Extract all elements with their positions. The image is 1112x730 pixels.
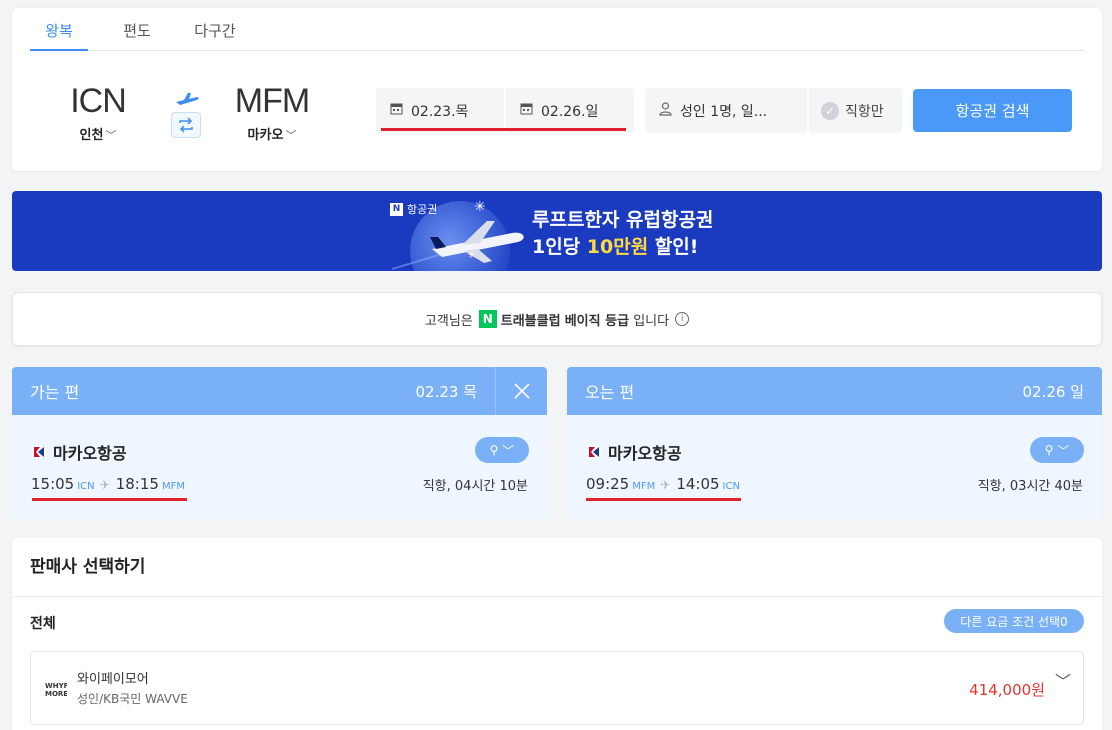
cutlery-icon: ⚲ xyxy=(489,443,499,457)
airplane-icon xyxy=(176,93,199,105)
grade-suffix: 입니다 xyxy=(633,313,670,329)
trip-type-tabs: 왕복 편도 다구간 xyxy=(30,8,1084,51)
seller-selection-panel: 판매사 선택하기 전체 다른 요금 조건 선택0 WHYPAY MORE 와이페… xyxy=(12,538,1102,730)
outbound-header: 가는 편 02.23 목 xyxy=(12,367,547,415)
outbound-times: 15:05 ICN ✈ 18:15 MFM xyxy=(31,475,190,493)
tab-one-way[interactable]: 편도 xyxy=(108,8,166,50)
inbound-header: 오는 편 02.26 일 xyxy=(567,367,1102,415)
highlight-underline xyxy=(586,498,741,501)
vendor-logo: WHYPAY MORE xyxy=(45,682,67,698)
airplane-graphic xyxy=(392,221,524,270)
promo-banner[interactable]: N 항공권 ✳ ✳ 루프트한자 유럽항공권 1인당 10만원 할인! xyxy=(12,191,1102,271)
direct-only-label: 직항만 xyxy=(845,103,884,120)
destination-code: MFM xyxy=(234,82,310,120)
vendor-price: 414,000원 xyxy=(969,681,1045,699)
chevron-down-icon: ﹀ xyxy=(502,443,515,458)
close-icon xyxy=(513,383,530,399)
outbound-title: 가는 편 xyxy=(30,383,80,402)
vendor-row[interactable]: WHYPAY MORE 와이페이모어 성인/KB국민 WAVVE 414,000… xyxy=(30,651,1084,725)
info-icon[interactable]: i xyxy=(675,312,690,326)
person-icon xyxy=(659,101,672,120)
flight-search-panel: 왕복 편도 다구간 ICN 인천 ﹀ MFM 마카오 ﹀ 02.23.목 02.26… xyxy=(12,8,1102,171)
departure-date: 02.23.목 xyxy=(411,103,469,120)
departure-time: 15:05 xyxy=(31,475,75,493)
vendor-name: 와이페이모어 xyxy=(77,672,149,687)
sparkle-icon: ✳ xyxy=(474,199,486,215)
airplane-icon: ✈ xyxy=(660,478,671,492)
airline-logo-icon xyxy=(32,445,46,459)
check-icon: ✓ xyxy=(821,101,839,120)
divider xyxy=(12,596,1102,597)
seller-title: 판매사 선택하기 xyxy=(30,557,146,577)
arrival-time: 18:15 xyxy=(115,475,159,493)
arrival-airport: ICN xyxy=(722,481,740,492)
highlight-underline xyxy=(32,498,187,501)
calendar-icon xyxy=(390,102,403,119)
outbound-duration: 직항, 04시간 10분 xyxy=(422,479,528,494)
tab-multi-city[interactable]: 다구간 xyxy=(186,8,244,50)
swap-route-button[interactable] xyxy=(171,112,201,138)
departure-time: 09:25 xyxy=(586,475,630,493)
return-date: 02.26.일 xyxy=(541,103,599,120)
departure-airport: ICN xyxy=(77,481,95,492)
passenger-field[interactable]: 성인 1명, 일... xyxy=(645,88,807,133)
calendar-icon xyxy=(520,102,533,119)
outbound-date: 02.23 목 xyxy=(415,382,477,401)
destination-name: 마카오 xyxy=(247,128,284,143)
outbound-airline: 마카오항공 xyxy=(53,444,127,463)
tab-round-trip[interactable]: 왕복 xyxy=(30,8,88,51)
club-name: 트래블클럽 xyxy=(500,313,561,329)
inbound-times: 09:25 MFM ✈ 14:05 ICN xyxy=(586,475,745,493)
swap-icon xyxy=(179,117,193,133)
sparkle-icon: ✳ xyxy=(468,251,476,261)
direct-only-toggle[interactable]: ✓ 직항만 xyxy=(809,88,902,133)
banner-headline: 루프트한자 유럽항공권 xyxy=(532,209,714,231)
all-sellers-label: 전체 xyxy=(30,616,56,632)
inbound-date: 02.26 일 xyxy=(1022,382,1084,401)
banner-subheadline: 1인당 10만원 할인! xyxy=(532,236,699,258)
outbound-flight-card: 가는 편 02.23 목 마카오항공 ⚲ ﹀ 15:05 ICN ✈ 18:15… xyxy=(12,367,547,519)
other-fare-conditions-button[interactable]: 다른 요금 조건 선택0 xyxy=(944,609,1084,633)
arrival-time: 14:05 xyxy=(676,475,720,493)
highlight-underline xyxy=(381,128,626,131)
chevron-down-icon: ﹀ xyxy=(285,129,297,142)
grade-prefix: 고객님은 xyxy=(424,313,473,329)
vendor-fare-condition: 성인/KB국민 WAVVE xyxy=(77,692,188,706)
chevron-down-icon[interactable]: ﹀ xyxy=(1055,668,1071,692)
inbound-airline: 마카오항공 xyxy=(608,444,682,463)
inbound-title: 오는 편 xyxy=(585,383,635,402)
inbound-duration: 직항, 03시간 40분 xyxy=(977,479,1083,494)
grade-level: 베이직 등급 xyxy=(564,313,630,329)
departure-date-field[interactable]: 02.23.목 xyxy=(376,88,504,133)
origin-code: ICN xyxy=(70,82,127,120)
cutlery-icon: ⚲ xyxy=(1044,443,1054,457)
arrival-airport: MFM xyxy=(161,481,185,492)
origin-name: 인천 xyxy=(79,128,104,143)
membership-grade-bar: 고객님은 N 트래블클럽 베이직 등급 입니다 i xyxy=(12,292,1102,346)
airline-logo-icon xyxy=(587,445,601,459)
chevron-down-icon: ﹀ xyxy=(1057,443,1070,458)
meal-info-button[interactable]: ⚲ ﹀ xyxy=(1030,437,1084,463)
chevron-down-icon: ﹀ xyxy=(105,129,117,142)
naver-logo-icon: N xyxy=(478,310,497,328)
airplane-icon: ✈ xyxy=(99,478,110,492)
passenger-summary: 성인 1명, 일... xyxy=(680,103,768,120)
destination-airport[interactable]: MFM 마카오 ﹀ xyxy=(234,82,310,143)
departure-airport: MFM xyxy=(632,481,656,492)
meal-info-button[interactable]: ⚲ ﹀ xyxy=(475,437,529,463)
return-date-field[interactable]: 02.26.일 xyxy=(506,88,634,133)
origin-airport[interactable]: ICN 인천 ﹀ xyxy=(68,82,128,143)
search-flights-button[interactable]: 항공권 검색 xyxy=(913,89,1072,132)
inbound-flight-card: 오는 편 02.26 일 마카오항공 ⚲ ﹀ 09:25 MFM ✈ 14:05… xyxy=(567,367,1102,519)
close-button[interactable] xyxy=(495,367,547,415)
